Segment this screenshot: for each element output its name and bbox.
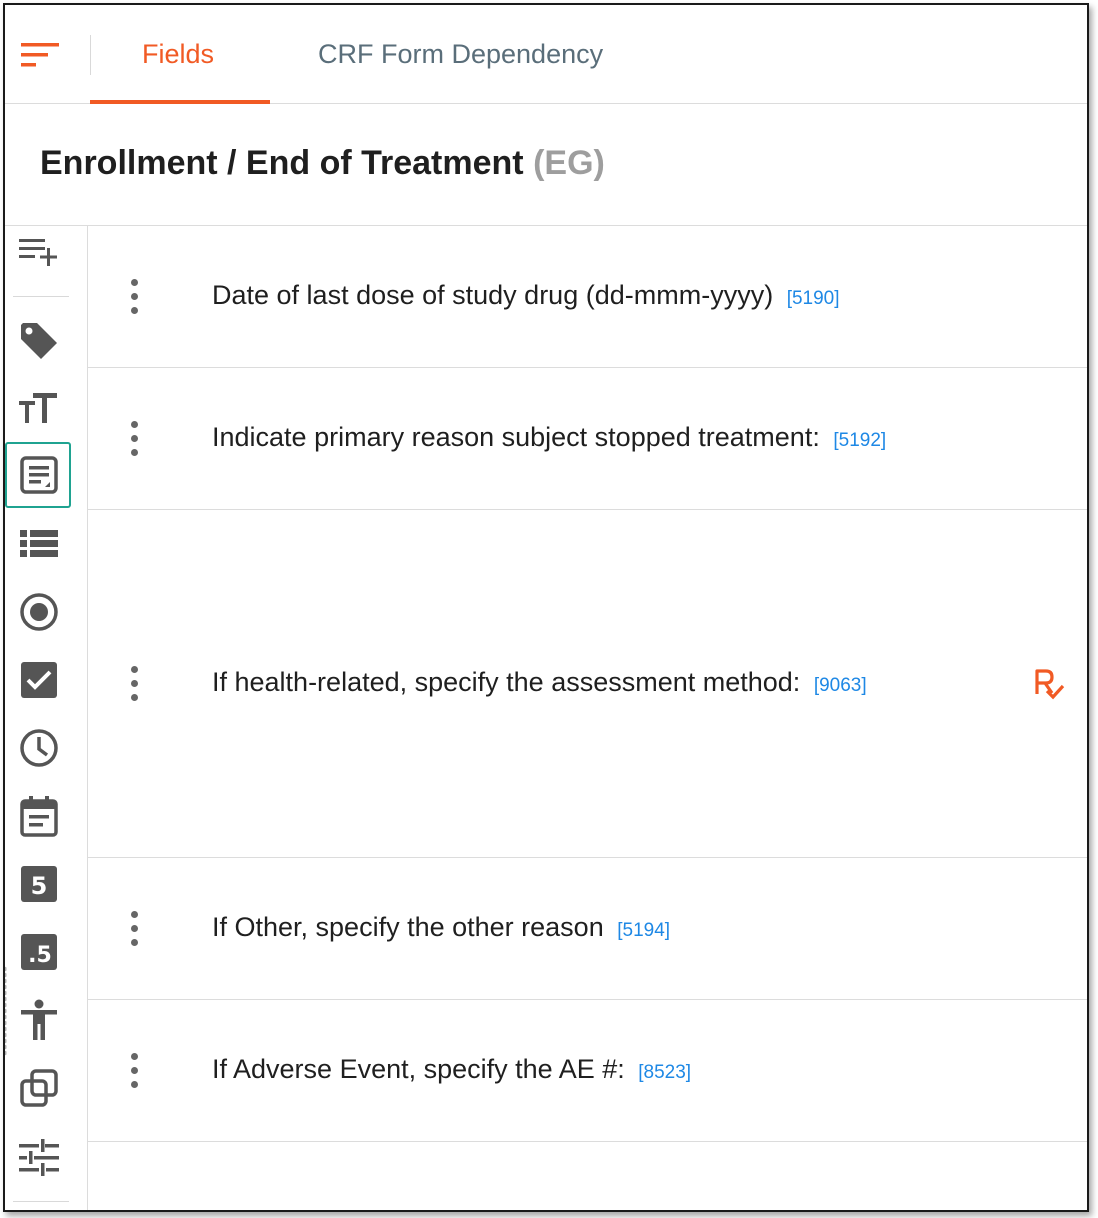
more-options-icon[interactable] [128,421,142,457]
field-label: If Adverse Event, specify the AE #: [852… [212,1054,691,1085]
field-label: If health-related, specify the assessmen… [212,667,867,698]
sort-menu-icon[interactable] [21,41,61,71]
field-label: Indicate primary reason subject stopped … [212,422,886,453]
field-id-link[interactable]: [8523] [638,1062,691,1083]
field-label-text: If Other, specify the other reason [212,912,604,942]
more-options-icon[interactable] [128,911,142,947]
tab-crf-form-dependency[interactable]: CRF Form Dependency [318,39,603,70]
field-row[interactable]: Date of last dose of study drug (dd-mmm-… [88,226,1087,368]
field-id-link[interactable]: [5192] [833,430,886,451]
integer-icon[interactable]: 5 [19,864,59,904]
resize-handle[interactable] [5,966,7,1056]
rule-check-icon[interactable] [1032,667,1066,701]
field-id-link[interactable]: [9063] [814,675,867,696]
more-options-icon[interactable] [128,279,142,315]
checkbox-icon[interactable] [19,660,59,700]
text-size-icon[interactable] [19,389,59,429]
field-label-text: Date of last dose of study drug (dd-mmm-… [212,280,774,310]
calendar-icon[interactable] [19,796,59,837]
text-area-icon[interactable] [19,455,59,495]
field-label: If Other, specify the other reason [5194… [212,912,670,943]
copy-icon[interactable] [19,1068,59,1108]
svg-text:.5: .5 [28,943,52,968]
list-icon[interactable] [19,524,59,564]
tag-icon[interactable] [19,321,59,361]
field-type-toolbar: 5 .5 [5,226,88,1210]
accessibility-icon[interactable] [19,999,59,1040]
field-id-link[interactable]: [5194] [617,920,670,941]
field-row[interactable]: Indicate primary reason subject stopped … [88,368,1087,510]
clock-icon[interactable] [19,728,59,768]
more-options-icon[interactable] [128,1053,142,1089]
field-label-text: Indicate primary reason subject stopped … [212,422,820,452]
app-frame: Fields CRF Form Dependency Enrollment / … [3,3,1089,1212]
tab-bar: Fields CRF Form Dependency [5,5,1087,104]
field-label-text: If health-related, specify the assessmen… [212,667,801,697]
svg-text:5: 5 [31,872,48,900]
form-code: (EG) [533,144,605,182]
field-label: Date of last dose of study drug (dd-mmm-… [212,280,840,311]
form-header: Enrollment / End of Treatment (EG) [5,104,1087,226]
tab-fields[interactable]: Fields [142,39,214,70]
field-row[interactable]: If Other, specify the other reason [5194… [88,858,1087,1000]
form-title: Enrollment / End of Treatment [40,144,524,182]
radio-button-icon[interactable] [19,592,59,632]
field-row[interactable]: If health-related, specify the assessmen… [88,510,1087,858]
field-id-link[interactable]: [5190] [787,288,840,309]
page-title: Enrollment / End of Treatment (EG) [40,144,605,183]
toolbar-separator [13,296,69,297]
field-row[interactable]: If Adverse Event, specify the AE #: [852… [88,1000,1087,1142]
decimal-icon[interactable]: .5 [19,932,59,972]
tune-icon[interactable] [19,1138,59,1178]
more-options-icon[interactable] [128,666,142,702]
tab-divider [90,35,91,75]
field-label-text: If Adverse Event, specify the AE #: [212,1054,625,1084]
toolbar-separator [13,1201,69,1202]
add-field-icon[interactable] [19,231,59,271]
